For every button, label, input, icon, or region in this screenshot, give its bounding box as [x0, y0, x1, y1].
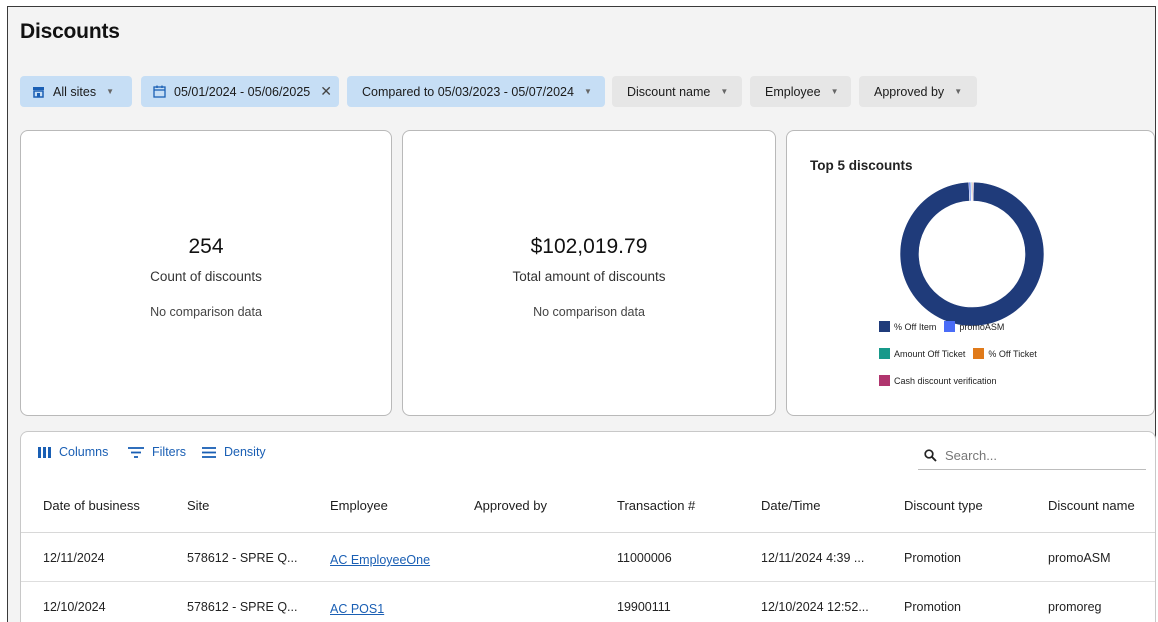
legend-swatch: [973, 348, 985, 359]
calendar-icon: [153, 85, 166, 98]
cell-discount-type: Promotion: [904, 600, 961, 614]
density-icon: [202, 446, 216, 458]
density-button[interactable]: Density: [202, 445, 266, 459]
count-label: Count of discounts: [150, 269, 262, 284]
discount-name-filter[interactable]: Discount name ▼: [612, 76, 742, 107]
chart-title: Top 5 discounts: [810, 158, 913, 173]
filter-icon: [128, 446, 144, 458]
employee-filter[interactable]: Employee ▼: [750, 76, 851, 107]
close-icon[interactable]: ✕: [320, 83, 332, 100]
legend-item: Cash discount verification: [879, 375, 997, 386]
all-sites-filter[interactable]: All sites ▼: [20, 76, 132, 107]
column-header-date[interactable]: Date of business: [43, 498, 140, 513]
legend-row-2: Amount Off Ticket % Off Ticket: [879, 348, 1045, 359]
discount-name-label: Discount name: [627, 84, 711, 99]
column-header-approved-by[interactable]: Approved by: [474, 498, 547, 513]
cell-discount-type: Promotion: [904, 551, 961, 565]
legend-row-3: Cash discount verification: [879, 375, 1005, 386]
legend-label: Amount Off Ticket: [894, 348, 966, 359]
discounts-table: Columns Filters Density Date of business…: [20, 431, 1156, 622]
legend-swatch: [879, 321, 890, 332]
legend-swatch: [879, 375, 890, 386]
legend-swatch: [879, 348, 890, 359]
cell-transaction: 19900111: [617, 600, 671, 614]
amount-card: $102,019.79 Total amount of discounts No…: [402, 130, 776, 416]
donut-slice[interactable]: [972, 181, 974, 202]
search-box: [918, 441, 1146, 470]
cell-discount-name: promoreg: [1048, 600, 1102, 614]
amount-label: Total amount of discounts: [512, 269, 666, 284]
date-range-label: 05/01/2024 - 05/06/2025: [174, 84, 311, 99]
row-divider: [21, 581, 1155, 582]
cell-datetime: 12/11/2024 4:39 ...: [761, 551, 865, 565]
chevron-down-icon: ▼: [583, 87, 592, 96]
legend-row-1: % Off Item promoASM: [879, 321, 1012, 332]
legend-item: % Off Item: [879, 321, 936, 332]
employee-link[interactable]: AC POS1: [330, 602, 384, 616]
columns-icon: [38, 446, 51, 458]
cell-site: 578612 - SPRE Q...: [187, 551, 298, 565]
legend-label: % Off Ticket: [988, 348, 1037, 359]
donut-slice[interactable]: [899, 181, 1045, 327]
legend-label: % Off Item: [894, 321, 937, 332]
legend-label: Cash discount verification: [894, 375, 997, 386]
page-title: Discounts: [20, 20, 120, 43]
all-sites-label: All sites: [53, 84, 97, 99]
legend-item: % Off Ticket: [973, 348, 1037, 359]
donut-chart: [899, 181, 1045, 327]
chevron-down-icon: ▼: [720, 87, 729, 96]
columns-button[interactable]: Columns: [38, 445, 108, 459]
search-input[interactable]: [945, 447, 1125, 463]
legend-item: promoASM: [944, 321, 1004, 332]
legend-item: Amount Off Ticket: [879, 348, 965, 359]
cell-datetime: 12/10/2024 12:52...: [761, 600, 869, 614]
column-header-discount-type[interactable]: Discount type: [904, 498, 983, 513]
approved-by-label: Approved by: [874, 84, 945, 99]
cell-discount-name: promoASM: [1048, 551, 1111, 565]
column-header-transaction[interactable]: Transaction #: [617, 498, 695, 513]
column-header-discount-name[interactable]: Discount name: [1048, 498, 1135, 513]
cell-date: 12/10/2024: [43, 600, 106, 614]
store-icon: [32, 86, 45, 98]
density-label: Density: [224, 445, 266, 459]
columns-label: Columns: [59, 445, 109, 459]
compared-label: Compared to 05/03/2023 - 05/07/2024: [362, 84, 574, 99]
amount-value: $102,019.79: [530, 235, 648, 258]
legend-swatch: [944, 321, 956, 332]
column-header-employee[interactable]: Employee: [330, 498, 388, 513]
count-comparison: No comparison data: [150, 305, 262, 319]
search-icon: [924, 448, 937, 462]
chevron-down-icon: ▼: [954, 87, 963, 96]
legend-label: promoASM: [959, 321, 1005, 332]
approved-by-filter[interactable]: Approved by ▼: [859, 76, 977, 107]
employee-label: Employee: [765, 84, 821, 99]
filters-label: Filters: [152, 445, 187, 459]
header-divider: [21, 532, 1155, 533]
amount-comparison: No comparison data: [533, 305, 645, 319]
count-value: 254: [188, 235, 224, 258]
column-header-datetime[interactable]: Date/Time: [761, 498, 820, 513]
count-card: 254 Count of discounts No comparison dat…: [20, 130, 392, 416]
top-discounts-card: Top 5 discounts % Off Item promoASM Amou…: [786, 130, 1155, 416]
employee-link[interactable]: AC EmployeeOne: [330, 553, 430, 567]
cell-site: 578612 - SPRE Q...: [187, 600, 298, 614]
filters-button[interactable]: Filters: [128, 445, 186, 459]
date-range-filter[interactable]: 05/01/2024 - 05/06/2025 ✕: [141, 76, 339, 107]
cell-transaction: 11000006: [617, 551, 672, 565]
app-frame: Discounts All sites ▼ 05/01/2024 - 05/06…: [7, 6, 1156, 622]
chevron-down-icon: ▼: [830, 87, 839, 96]
chevron-down-icon: ▼: [106, 87, 114, 96]
cell-date: 12/11/2024: [43, 551, 105, 565]
compared-filter[interactable]: Compared to 05/03/2023 - 05/07/2024 ▼: [347, 76, 605, 107]
column-header-site[interactable]: Site: [187, 498, 209, 513]
